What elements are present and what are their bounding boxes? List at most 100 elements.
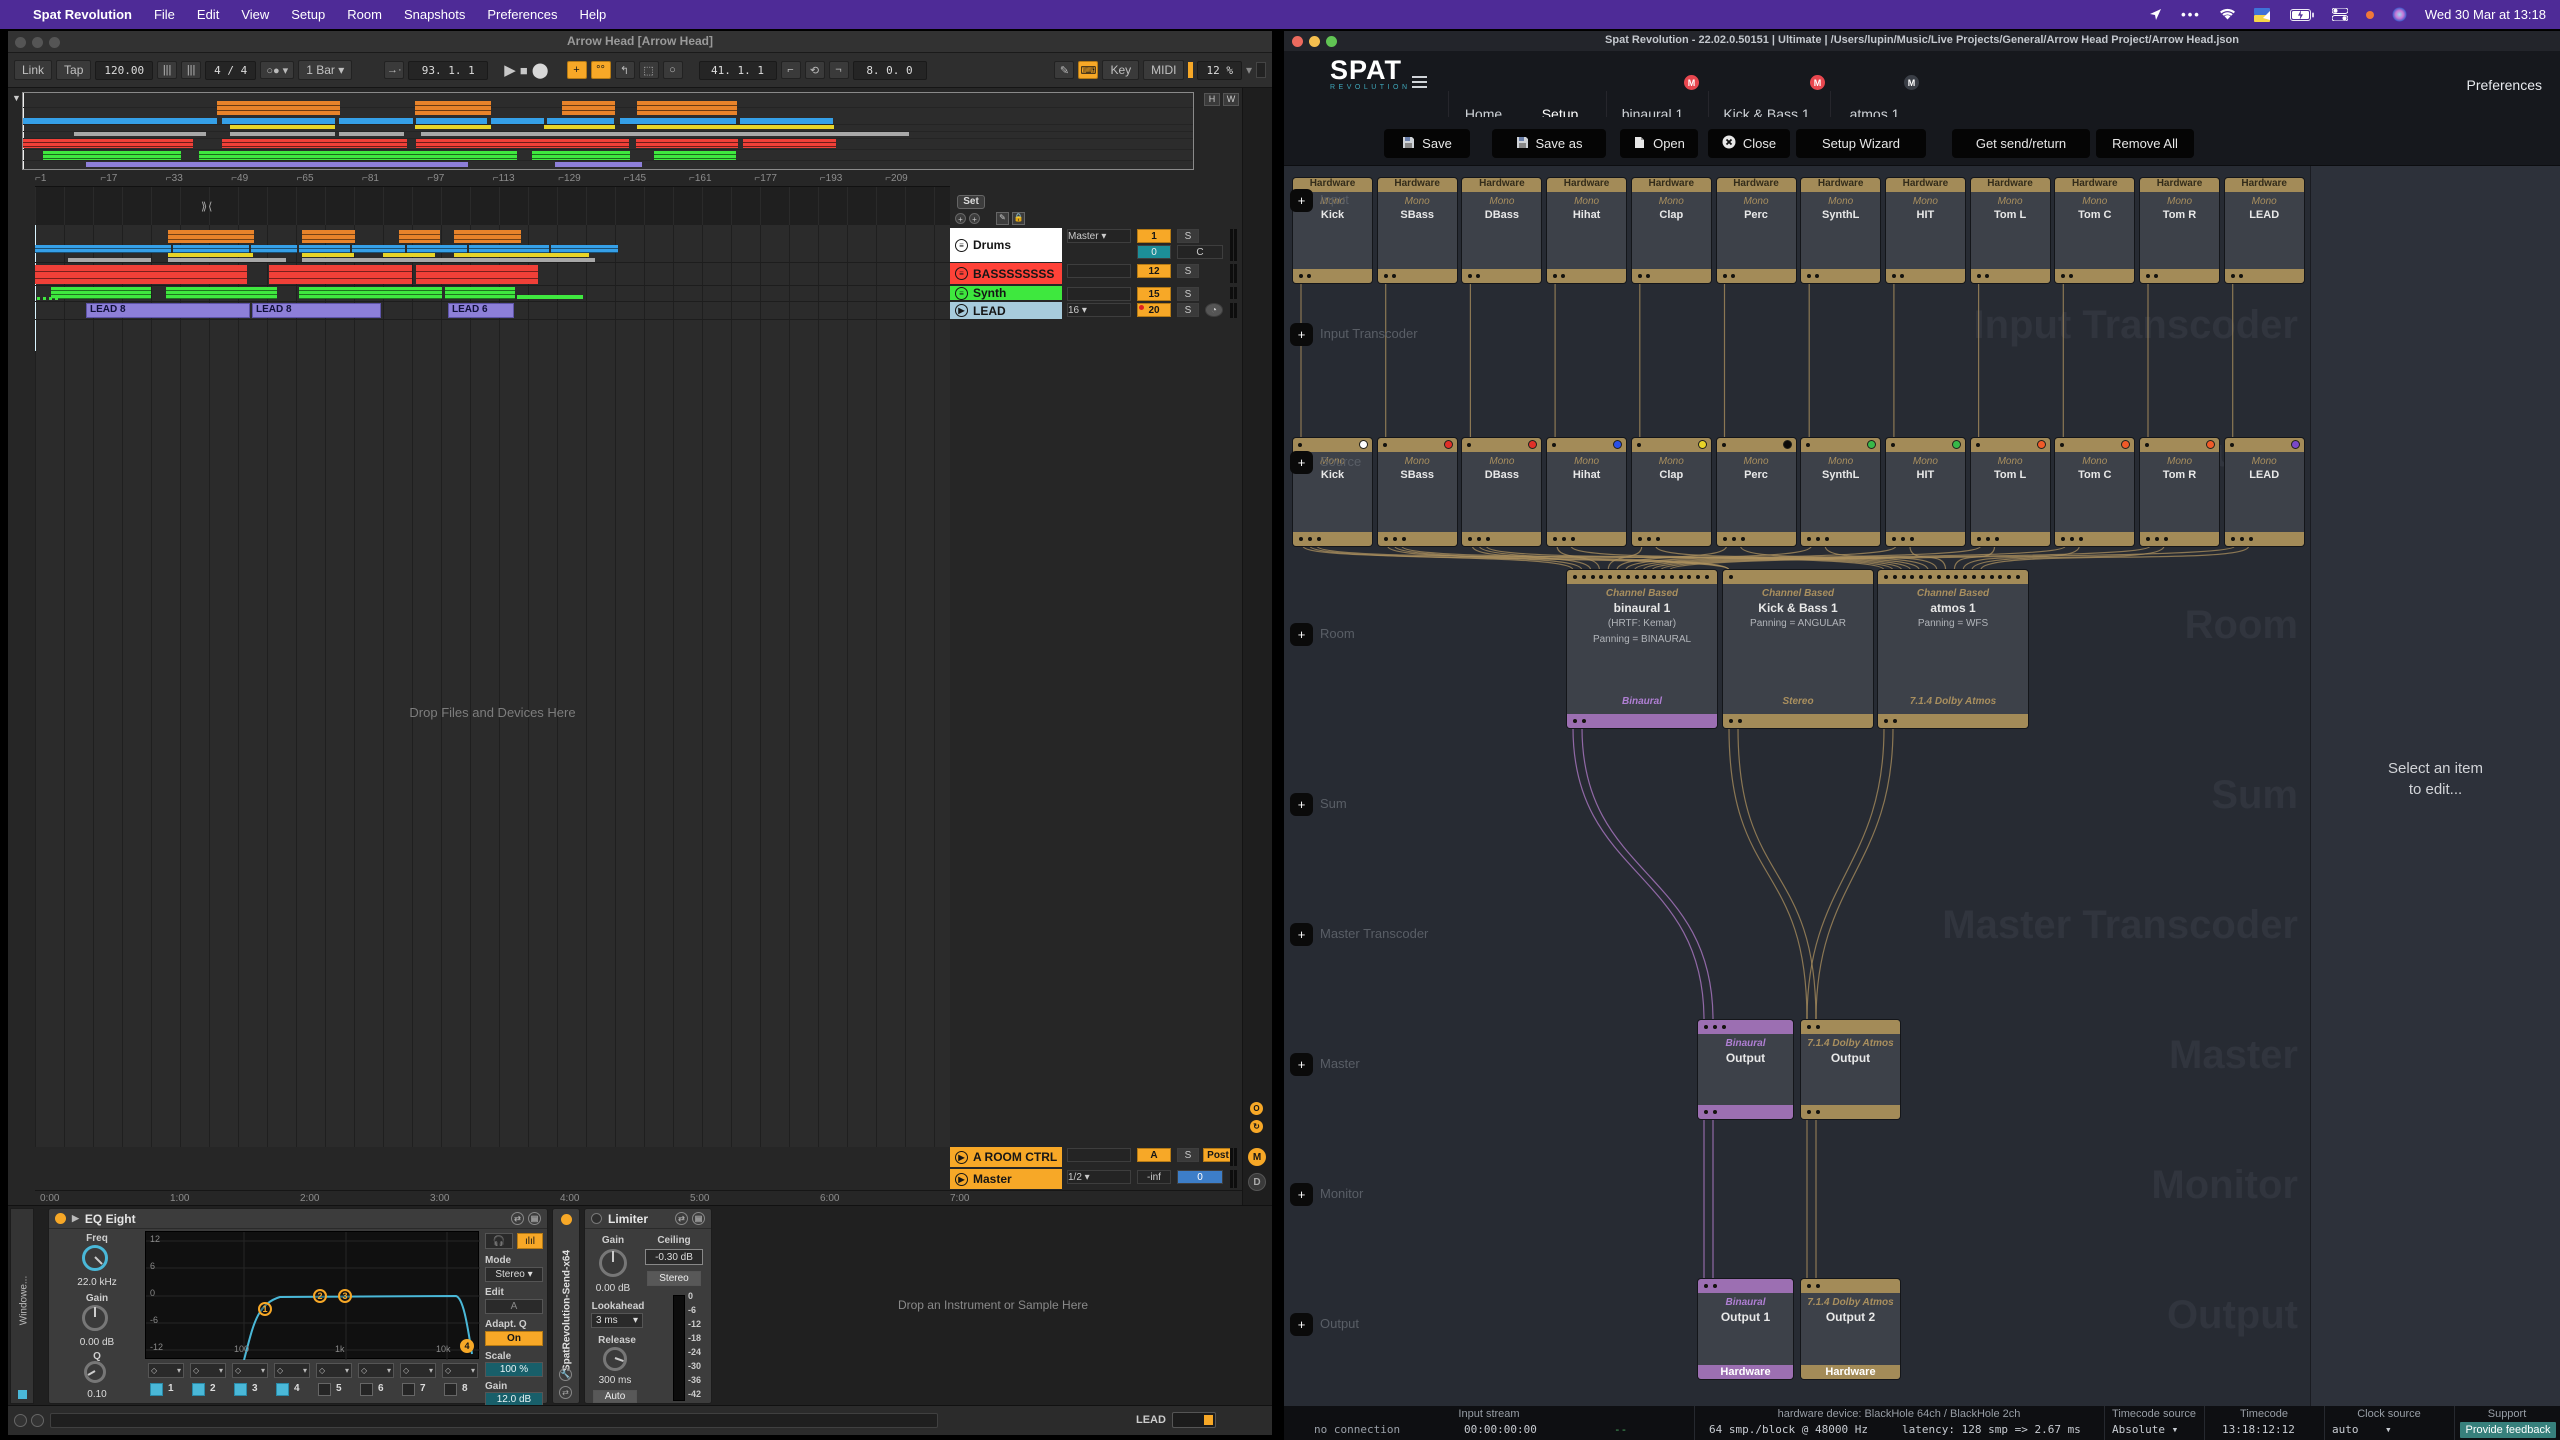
spat-source-block[interactable]: MonoSBass [1378, 438, 1457, 546]
audio-clip[interactable] [383, 253, 435, 257]
beat-time-ruler[interactable]: ⌐1⌐17⌐33⌐49⌐65⌐81⌐97⌐113⌐129⌐145⌐161⌐177… [8, 172, 1242, 186]
audio-clip[interactable] [469, 245, 549, 253]
draw-mode-icon[interactable]: ✎ [1054, 61, 1074, 79]
marker-prev-button[interactable]: + [955, 213, 966, 224]
track-name-box[interactable]: ▶LEAD [950, 302, 1062, 319]
follow-icon[interactable]: →· [384, 61, 404, 79]
wifi-icon[interactable] [2219, 8, 2236, 21]
pan-knob[interactable]: ◔ [1205, 303, 1223, 317]
midi-map-button[interactable]: MIDI [1143, 60, 1184, 80]
save-preset-icon[interactable]: ▤ [692, 1212, 705, 1225]
spat-output-block-1[interactable]: BinauralOutput 1Hardware [1698, 1279, 1793, 1379]
punch-in-icon[interactable]: ⌐ [781, 61, 801, 79]
post-toggle[interactable]: Post [1203, 1148, 1233, 1162]
track-lane[interactable] [35, 263, 950, 286]
audio-clip[interactable] [51, 287, 151, 299]
solo-button[interactable]: S [1177, 287, 1199, 301]
hot-swap-icon[interactable]: ⇄ [559, 1386, 572, 1399]
source-color-indicator[interactable] [2121, 440, 2130, 449]
drums-crossfade[interactable]: C [1177, 245, 1223, 259]
eq-edit-ab-button[interactable]: A [485, 1299, 543, 1314]
add-sum-button[interactable]: + [1290, 793, 1313, 816]
play-button[interactable]: ▶ [504, 61, 516, 79]
eq-band-filter-select[interactable]: ◇▾ [190, 1363, 226, 1378]
eq-band-1[interactable]: ◇▾1 [147, 1363, 187, 1403]
limiter-device[interactable]: Limiter ⇄▤ Gain Ceiling 0.00 dB -0.30 dB… [584, 1208, 712, 1404]
audio-clip[interactable] [407, 245, 467, 253]
eq-eight-device[interactable]: ▶ EQ Eight ⇄▤ Freq 22.0 kHz Gain 0.00 dB… [48, 1208, 548, 1404]
eq-band-filter-select[interactable]: ◇▾ [442, 1363, 478, 1378]
solo-button[interactable]: S [1177, 303, 1199, 317]
eq-freq-value[interactable]: 22.0 kHz [57, 1277, 137, 1288]
menu-view[interactable]: View [230, 7, 280, 22]
spat-source-block[interactable]: MonoTom R [2140, 438, 2219, 546]
audio-clip[interactable] [472, 265, 538, 284]
eq-band-enable-checkbox[interactable] [234, 1383, 247, 1396]
arrangement-position-field[interactable]: 93. 1. 1 [408, 61, 488, 80]
audio-clip[interactable] [168, 230, 254, 243]
track-icon[interactable]: ▶ [955, 304, 968, 317]
menu-preferences[interactable]: Preferences [476, 7, 568, 22]
spat-source-block[interactable]: MonoHIT [1886, 438, 1965, 546]
eq-band-enable-checkbox[interactable] [276, 1383, 289, 1396]
limiter-auto-button[interactable]: Auto [593, 1390, 637, 1403]
limiter-gain-knob[interactable] [599, 1249, 627, 1277]
clock-source-select[interactable]: auto ▾ [2332, 1423, 2392, 1436]
loop-start-field[interactable]: 41. 1. 1 [699, 61, 777, 80]
audio-clip[interactable] [173, 245, 249, 253]
limiter-ceiling-field[interactable]: -0.30 dB [645, 1249, 703, 1265]
save-as-button[interactable]: Save as [1492, 129, 1606, 158]
eq-band-4[interactable]: ◇▾4 [273, 1363, 313, 1403]
midi-clip[interactable]: LEAD 6 [448, 303, 514, 318]
solo-button[interactable]: S [1177, 229, 1199, 243]
spat-source-block[interactable]: MonoHihat [1547, 438, 1626, 546]
add-input-transcoder-button[interactable]: + [1290, 323, 1313, 346]
pencil-toggle-icon[interactable]: ✎ [996, 212, 1009, 225]
eq-scale-field[interactable]: 100 % [485, 1362, 543, 1377]
source-color-indicator[interactable] [2037, 440, 2046, 449]
add-room-button[interactable]: + [1290, 623, 1313, 646]
spat-hardware-block[interactable]: HardwareMonoDBass [1462, 178, 1541, 283]
automation-d-icon[interactable]: ↻ [1250, 1120, 1263, 1133]
audio-clip[interactable] [517, 295, 583, 299]
track-send-value[interactable]: 1 [1137, 229, 1171, 243]
spat-room-block-2[interactable]: Channel BasedKick & Bass 1Panning = ANGU… [1723, 570, 1873, 728]
spat-source-block[interactable]: MonoClap [1632, 438, 1711, 546]
mixer-d-button[interactable]: D [1248, 1173, 1266, 1191]
new-midi-button[interactable]: + [567, 61, 587, 79]
eq-band-enable-checkbox[interactable] [444, 1383, 457, 1396]
spat-hardware-block[interactable]: HardwareMonoHihat [1547, 178, 1626, 283]
quantize-menu[interactable]: 1 Bar ▾ [298, 60, 352, 80]
eq-band-enable-checkbox[interactable] [150, 1383, 163, 1396]
source-color-indicator[interactable] [2291, 440, 2300, 449]
audio-clip[interactable] [251, 245, 297, 253]
spat-master-block-1[interactable]: BinauralOutput [1698, 1020, 1793, 1119]
set-button[interactable]: Set [957, 195, 985, 209]
arrangement-collapse-arrow[interactable]: ▼ [12, 93, 21, 103]
track-name-box[interactable]: ▶Master [950, 1169, 1062, 1189]
audio-clip[interactable] [168, 258, 286, 262]
track-name-box[interactable]: ≡BASSSSSSSS [950, 263, 1062, 284]
timecode-source-select[interactable]: Absolute ▾ [2112, 1423, 2178, 1436]
menu-edit[interactable]: Edit [186, 7, 230, 22]
metronome-icon[interactable]: ○● ▾ [260, 61, 294, 79]
device-fold-icon[interactable]: ▶ [72, 1213, 79, 1224]
eq-band-enable-checkbox[interactable] [192, 1383, 205, 1396]
mixer-m-button[interactable]: M [1248, 1148, 1266, 1166]
eq-band-6[interactable]: ◇▾6 [357, 1363, 397, 1403]
track-routing-select[interactable] [1067, 264, 1131, 278]
open-button[interactable]: Open [1620, 129, 1698, 158]
eq-freq-knob[interactable] [82, 1245, 108, 1271]
loop-brace[interactable]: ⟫ ⟨ [201, 200, 235, 212]
audio-clip[interactable] [299, 245, 350, 253]
track-name-box[interactable]: ≡Synth [950, 286, 1062, 300]
eq-band-filter-select[interactable]: ◇▾ [358, 1363, 394, 1378]
solo-button[interactable]: S [1177, 264, 1199, 278]
drums-send-b-value[interactable]: 0 [1137, 245, 1171, 259]
add-output-button[interactable]: + [1290, 1313, 1313, 1336]
menu-app-name[interactable]: Spat Revolution [22, 7, 143, 22]
source-color-indicator[interactable] [1952, 440, 1961, 449]
track-lane[interactable] [35, 286, 950, 302]
time-ruler[interactable]: 0:001:002:003:004:005:006:007:00 [35, 1190, 1242, 1204]
add-source-button[interactable]: + [1290, 451, 1313, 474]
